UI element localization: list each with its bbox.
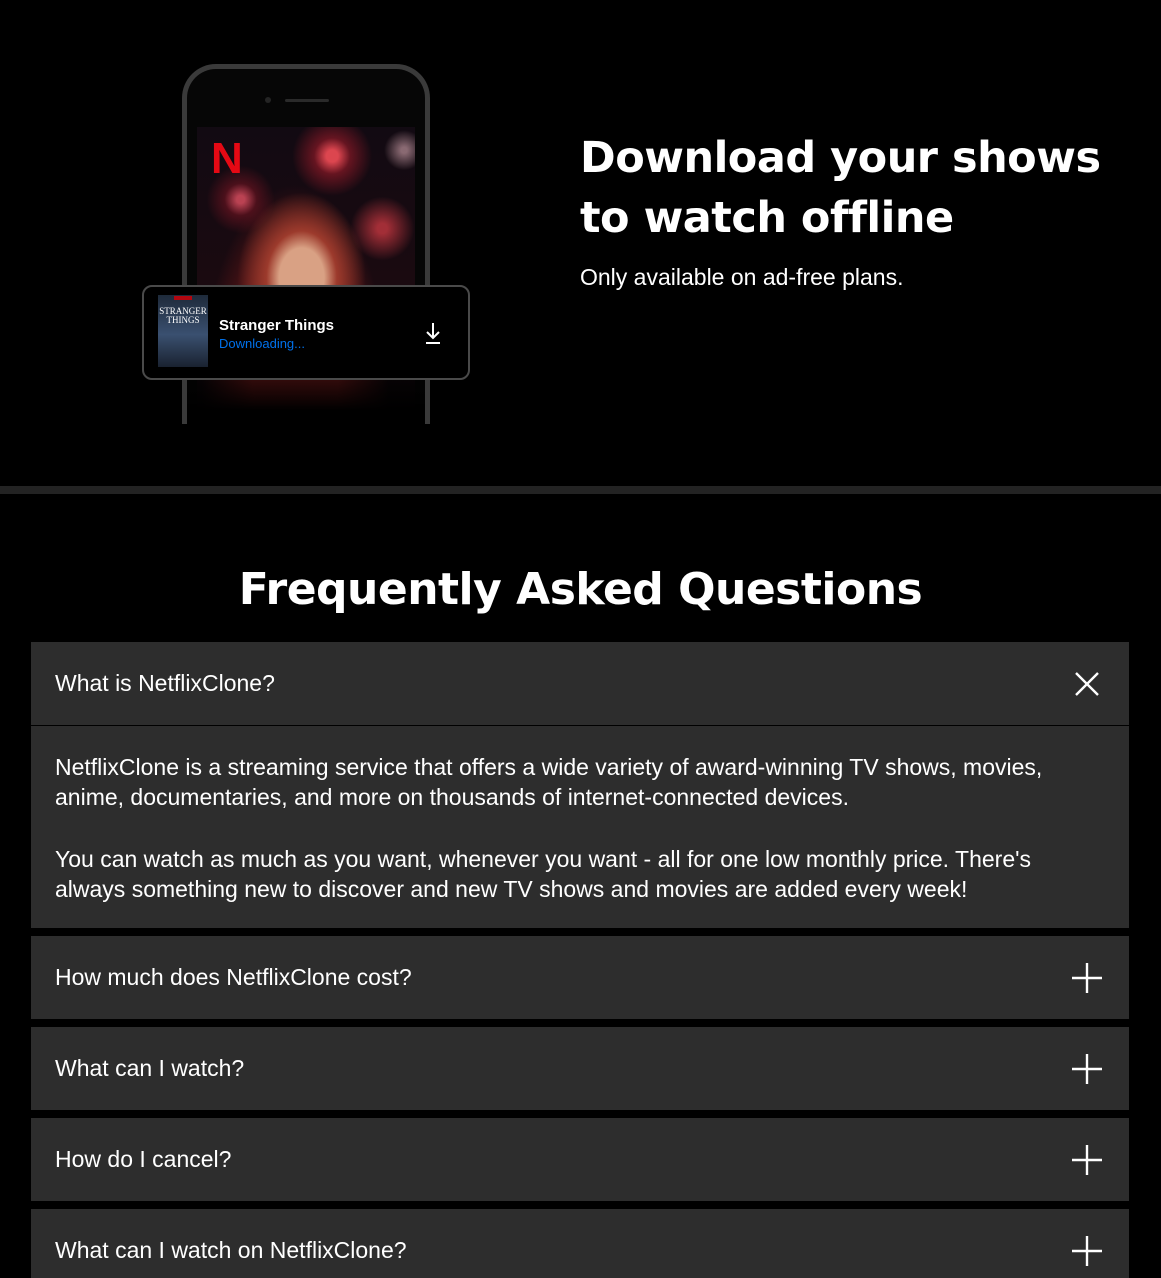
download-status: Downloading... (219, 336, 305, 351)
faq-question-text: How do I cancel? (55, 1146, 232, 1172)
faq-question-button[interactable]: How much does NetflixClone cost? (31, 936, 1129, 1019)
faq-question-text: What can I watch on NetflixClone? (55, 1237, 407, 1263)
download-arrow-icon (426, 323, 440, 344)
download-card: STRANGER THINGS Stranger Things Download… (142, 285, 470, 380)
section-divider (0, 486, 1161, 494)
phone-speaker (285, 99, 329, 102)
download-card-title: Stranger Things (219, 317, 335, 334)
phone-camera (265, 97, 271, 103)
faq-question-text: What can I watch? (55, 1055, 245, 1081)
faq-heading: Frequently Asked Questions (238, 564, 923, 615)
plus-icon[interactable] (1071, 1235, 1103, 1267)
faq-item: How do I cancel? (31, 1118, 1129, 1201)
download-text-block: Download your shows to watch offline Onl… (580, 128, 1120, 292)
netflix-mini-logo (174, 296, 192, 300)
faq-question-button[interactable]: What can I watch on NetflixClone? (31, 1209, 1129, 1278)
faq-item: What can I watch on NetflixClone? (31, 1209, 1129, 1278)
faq-item: What is NetflixClone? NetflixClone is a … (31, 642, 1129, 928)
download-subtitle: Only available on ad-free plans. (580, 264, 904, 290)
download-heading: Download your shows to watch offline (580, 128, 1120, 248)
download-section: N STRANGER THINGS Stranger Things Downlo… (0, 0, 1161, 486)
faq-question-button[interactable]: What is NetflixClone? (31, 642, 1129, 725)
netflix-logo: N (211, 134, 243, 183)
faq-list: What is NetflixClone? NetflixClone is a … (31, 642, 1129, 1278)
plus-icon[interactable] (1071, 1053, 1103, 1085)
thumbnail-title: STRANGER THINGS (159, 306, 207, 325)
faq-question-button[interactable]: How do I cancel? (31, 1118, 1129, 1201)
faq-question-text: What is NetflixClone? (55, 670, 275, 696)
faq-question-button[interactable]: What can I watch? (31, 1027, 1129, 1110)
download-heading-line2: to watch offline (580, 193, 954, 243)
faq-question-text: How much does NetflixClone cost? (55, 964, 412, 990)
faq-section: Frequently Asked Questions What is Netfl… (0, 494, 1161, 1278)
faq-answer-paragraph: NetflixClone is a streaming service that… (55, 754, 1043, 810)
close-icon[interactable] (1071, 668, 1103, 700)
faq-answer: NetflixClone is a streaming service that… (31, 726, 1129, 928)
stranger-things-thumbnail: STRANGER THINGS (158, 295, 208, 367)
plus-icon[interactable] (1071, 1144, 1103, 1176)
faq-answer-paragraph: You can watch as much as you want, whene… (55, 846, 1032, 902)
faq-item: What can I watch? (31, 1027, 1129, 1110)
faq-item: How much does NetflixClone cost? (31, 936, 1129, 1019)
plus-icon[interactable] (1071, 962, 1103, 994)
download-heading-line1: Download your shows (580, 133, 1101, 183)
